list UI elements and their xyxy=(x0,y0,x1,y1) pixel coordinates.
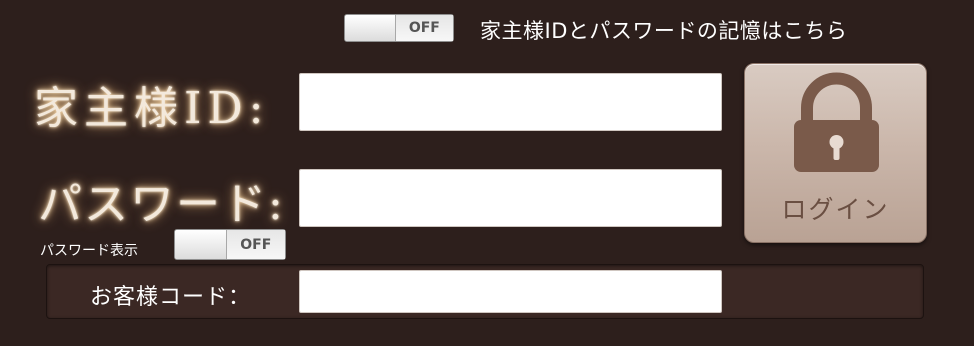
login-button[interactable]: ログイン xyxy=(744,63,927,243)
owner-id-label: 家主様ID: xyxy=(34,83,270,134)
customer-code-label: お客様コード： xyxy=(90,285,252,310)
customer-code-input[interactable] xyxy=(299,270,722,313)
toggle-knob[interactable] xyxy=(175,230,227,259)
show-password-toggle[interactable]: OFF xyxy=(174,229,286,260)
login-button-label: ログイン xyxy=(781,195,890,224)
toggle-knob[interactable] xyxy=(345,15,396,41)
password-label: パスワード: xyxy=(38,179,285,230)
password-input[interactable] xyxy=(299,169,722,227)
remember-credentials-toggle[interactable]: OFF xyxy=(344,14,454,42)
remember-credentials-label: 家主様IDとパスワードの記憶はこちら xyxy=(480,19,848,43)
owner-id-input[interactable] xyxy=(299,73,722,131)
toggle-state-text: OFF xyxy=(395,15,453,41)
show-password-label: パスワード表示 xyxy=(40,243,138,259)
toggle-state-text: OFF xyxy=(226,230,285,259)
login-form: OFF 家主様IDとパスワードの記憶はこちら 家主様ID: パスワード: パスワ… xyxy=(0,0,974,346)
